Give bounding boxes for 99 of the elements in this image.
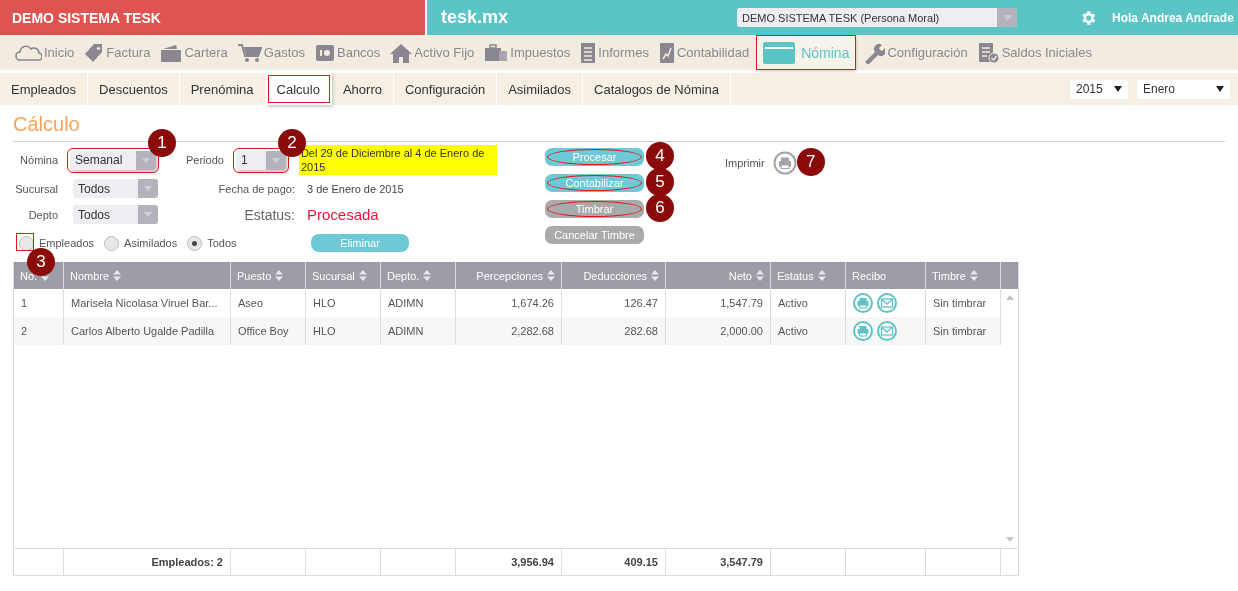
caret-icon[interactable] [1216,86,1224,92]
nav-item[interactable]: Activo Fijo [388,36,477,69]
total-cell: 3,547.79 [720,556,763,568]
column-header[interactable]: Neto [672,269,764,282]
scroll-up-icon[interactable] [1005,295,1014,300]
action-button[interactable]: Procesar [545,148,644,166]
table-cell: 2 [13,317,64,345]
radio-label[interactable]: Empleados [39,237,95,249]
field-label: Depto [27,208,58,221]
field-label: Periodo [186,154,224,166]
column-header[interactable]: Percepciones [462,269,555,282]
subtab[interactable]: Empleados [0,73,89,105]
nav-item[interactable]: Impuestos [482,36,573,69]
nomina-select[interactable]: Semanal [70,150,156,170]
nav-item[interactable]: Cartera [158,36,230,69]
action-button[interactable]: Contabilizar [545,174,644,192]
subtab[interactable]: Configuración [393,73,498,105]
periodo-select[interactable]: 1 [235,150,286,170]
document-icon [580,41,597,64]
nav-item[interactable]: Bancos [313,36,383,69]
document-check-icon [977,41,1000,64]
subtab[interactable]: Ahorro [331,73,394,105]
subtab[interactable]: Descuentos [88,73,180,105]
column-header[interactable]: Recibo [852,269,925,282]
delete-button[interactable]: Eliminar [311,234,409,252]
user-greeting: Hola Andrea Andrade [1112,10,1234,25]
nav-item[interactable]: Configuración [861,36,970,69]
briefcase-icon [484,43,509,62]
nav-item[interactable]: Inicio [12,36,77,69]
wrench-icon [863,41,886,64]
table-cell: Carlos Alberto Ugalde Padilla [63,317,231,345]
column-header[interactable]: No. [20,269,63,282]
nav-item[interactable]: Saldos Iniciales [975,36,1094,69]
print-icon[interactable] [853,293,873,313]
wallet-icon [160,43,183,62]
field-label: Nómina [19,154,58,166]
brand-name: DEMO SISTEMA TESK [12,9,161,26]
subtab[interactable]: Asimilados [497,73,584,105]
radio-button[interactable] [104,235,120,251]
status-value: Procesada [307,206,379,223]
nav-item[interactable]: Factura [82,36,153,69]
tag-icon [84,42,105,63]
sucursal-select[interactable]: Todos [73,179,158,198]
scroll-down-icon[interactable] [1005,537,1014,542]
table-cell: Sin timbrar [925,317,1001,345]
total-cell: 409.15 [624,556,658,568]
month-select[interactable]: Enero [1137,79,1230,99]
table-cell: 282.68 [561,317,666,345]
mail-icon[interactable] [877,293,897,313]
safe-icon [315,42,335,63]
column-header[interactable]: Deducciones [568,269,659,282]
table-cell: ADIMN [380,317,456,345]
chart-document-icon [658,41,675,64]
table-cell: Office Boy [230,317,306,345]
radio-label[interactable]: Todos [207,237,237,249]
print-icon[interactable] [772,151,797,175]
field-label: Fecha de pago: [217,182,295,195]
callout-tooltip: 6 [646,194,674,222]
print-label: Imprimir [725,157,765,169]
column-header[interactable]: Estatus [777,269,845,282]
total-cell: Empleados: 2 [151,556,223,568]
cart-icon [237,42,262,63]
nav-item[interactable]: Informes [578,36,651,69]
field-label: Sucursal [14,182,58,195]
print-icon[interactable] [853,321,873,341]
table-cell: Activo [770,317,846,345]
subtab[interactable]: Catalogos de Nómina [583,73,732,105]
caret-icon[interactable] [1114,86,1122,92]
radio-label[interactable]: Asimilados [124,237,178,249]
radio-button[interactable] [187,235,203,251]
depto-select[interactable]: Todos [73,205,158,224]
column-header[interactable]: Sucursal [312,269,380,282]
site-logo[interactable]: tesk.mx [441,7,737,28]
total-cell: 3,956.94 [511,556,554,568]
nav-item[interactable]: Contabilidad [656,36,752,69]
house-icon [390,42,413,63]
card-icon [763,41,796,64]
table-cell: HLO [305,317,381,345]
nav-item[interactable]: Nómina [757,36,856,69]
table-cell: 2,000.00 [665,317,771,345]
subtab[interactable]: Prenómina [179,73,266,105]
column-header[interactable]: Depto. [387,269,455,282]
column-header[interactable]: Nombre [70,269,230,282]
callout-tooltip: 5 [646,168,674,196]
table-cell: 2,282.68 [455,317,562,345]
callout-tooltip: 7 [796,148,825,176]
callout-tooltip: 4 [646,142,674,170]
cloud-icon [14,43,42,62]
year-select[interactable]: 2015 [1070,79,1128,99]
payment-date: 3 de Enero de 2015 [307,182,404,195]
column-header[interactable]: Puesto [237,269,305,282]
company-select[interactable]: DEMO SISTEMA TESK (Persona Moral) [737,8,1017,27]
field-label: Estatus: [243,206,295,223]
subtab[interactable]: Calculo [265,73,332,105]
column-header[interactable]: Timbre [932,269,1000,282]
callout-tooltip: 1 [148,128,176,157]
page-title: Cálculo [13,113,81,137]
mail-icon[interactable] [877,321,897,341]
nav-item[interactable]: Gastos [235,36,307,69]
